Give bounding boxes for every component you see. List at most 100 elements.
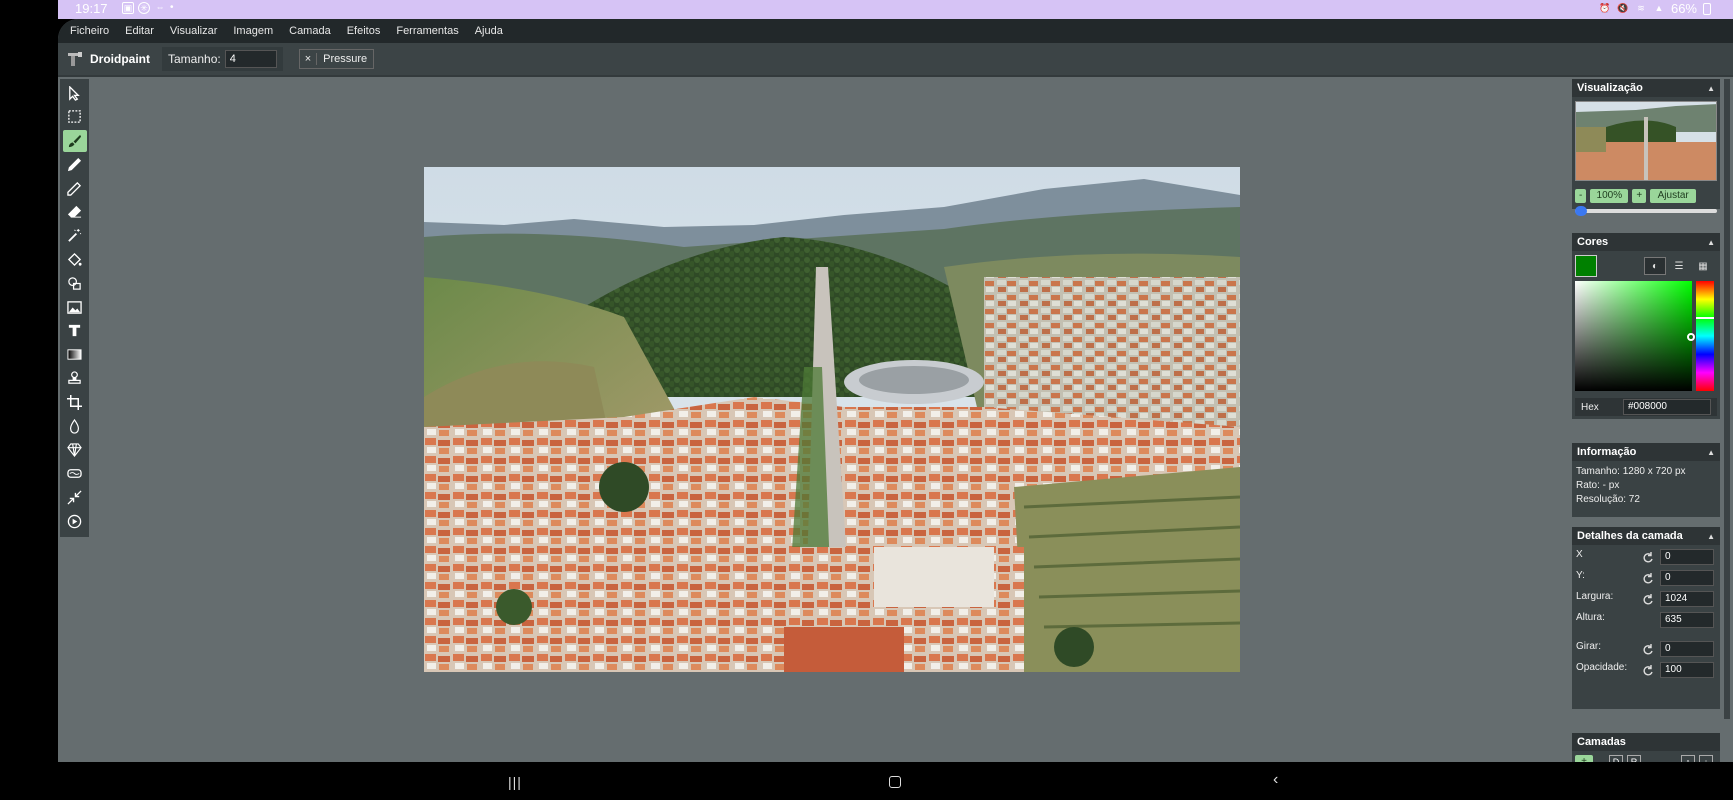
x-input[interactable]: 0: [1660, 549, 1714, 565]
reset-opacity-icon[interactable]: [1642, 665, 1654, 677]
tool-magic-wand[interactable]: [63, 225, 87, 247]
menu-ferramentas[interactable]: Ferramentas: [396, 25, 458, 37]
rotate-label: Girar:: [1576, 641, 1601, 652]
pressure-close-icon[interactable]: ×: [300, 53, 318, 65]
status-left-icons: ▣ ✳ ⇔ •: [122, 2, 174, 14]
tool-options-bar: Droidpaint Tamanho: × Pressure: [58, 43, 1733, 77]
canvas-image[interactable]: [424, 167, 1240, 672]
app-notification-icon: ✳: [138, 2, 150, 14]
tool-blur[interactable]: [63, 415, 87, 437]
preview-header[interactable]: Visualização ▲: [1572, 79, 1720, 97]
tool-sharpen[interactable]: [63, 439, 87, 461]
tool-pencil[interactable]: [63, 153, 87, 175]
tool-gradient[interactable]: [63, 344, 87, 366]
layer-details-title: Detalhes da camada: [1577, 530, 1683, 542]
menu-imagem[interactable]: Imagem: [233, 25, 273, 37]
tool-image[interactable]: [63, 296, 87, 318]
layers-controls: + D R ↑ ↓: [1575, 755, 1713, 762]
tool-resize[interactable]: [63, 487, 87, 509]
tool-eraser[interactable]: [63, 201, 87, 223]
tool-shapes[interactable]: [63, 272, 87, 294]
current-color-swatch[interactable]: [1575, 255, 1597, 277]
tool-rect-select[interactable]: [63, 106, 87, 128]
collapse-caret-icon[interactable]: ▲: [1707, 84, 1715, 93]
collapse-caret-icon[interactable]: ▲: [1707, 532, 1715, 541]
menu-editar[interactable]: Editar: [125, 25, 154, 37]
magic-wand-icon: [68, 229, 82, 243]
rotate-input[interactable]: 0: [1660, 641, 1714, 657]
y-input[interactable]: 0: [1660, 570, 1714, 586]
duplicate-layer-button[interactable]: D: [1609, 755, 1623, 762]
picker-cursor[interactable]: [1687, 333, 1695, 341]
color-mode-tabs: ◐ ☰ ▦: [1644, 257, 1714, 275]
colors-header[interactable]: Cores ▲: [1572, 233, 1720, 251]
info-title: Informação: [1577, 446, 1637, 458]
reset-y-icon[interactable]: [1642, 573, 1654, 585]
height-input[interactable]: 635: [1660, 612, 1714, 628]
panels-scrollbar-thumb[interactable]: [1724, 79, 1730, 719]
add-layer-button[interactable]: +: [1575, 755, 1593, 762]
tool-stamp[interactable]: [63, 368, 87, 390]
palette-icon[interactable]: ◐: [1644, 257, 1666, 275]
fit-button[interactable]: Ajustar: [1650, 189, 1697, 203]
width-input[interactable]: 1024: [1660, 591, 1714, 607]
usb-debug-icon: ⇔: [155, 2, 165, 12]
tool-animation[interactable]: [63, 510, 87, 532]
recent-apps-icon[interactable]: |||: [508, 774, 522, 790]
menu-ficheiro[interactable]: Ficheiro: [70, 25, 109, 37]
tool-crop[interactable]: [63, 391, 87, 413]
tool-eyedropper[interactable]: [63, 177, 87, 199]
list-icon[interactable]: ☰: [1668, 257, 1690, 275]
zoom-out-button[interactable]: -: [1575, 189, 1587, 203]
hue-slider[interactable]: [1696, 281, 1714, 391]
resize-icon: [67, 490, 82, 505]
info-body: Tamanho: 1280 x 720 px Rato: - px Resolu…: [1576, 465, 1686, 507]
tool-fill[interactable]: [63, 249, 87, 271]
tool-brush[interactable]: [62, 129, 87, 152]
layer-details-header[interactable]: Detalhes da camada ▲: [1572, 527, 1720, 545]
collapse-caret-icon[interactable]: ▲: [1707, 238, 1715, 247]
status-right-icons: ⏰ 🔇 ≋ ▲ 66%: [1599, 1, 1711, 16]
mute-icon: 🔇: [1617, 2, 1629, 13]
zoom-slider[interactable]: [1575, 206, 1717, 216]
select-pointer-icon: [69, 85, 80, 101]
reset-x-icon[interactable]: [1642, 552, 1654, 564]
preview-thumbnail[interactable]: [1575, 101, 1717, 181]
reset-rotate-icon[interactable]: [1642, 644, 1654, 656]
layers-title: Camadas: [1577, 736, 1626, 748]
grid-icon[interactable]: ▦: [1692, 257, 1714, 275]
tool-select[interactable]: [63, 82, 87, 104]
back-icon[interactable]: ‹: [1273, 771, 1278, 789]
zoom-value[interactable]: 100%: [1590, 189, 1629, 203]
menu-efeitos[interactable]: Efeitos: [347, 25, 381, 37]
pressure-toggle[interactable]: × Pressure: [298, 49, 375, 69]
collapse-caret-icon[interactable]: ▲: [1707, 448, 1715, 457]
panels-scrollbar[interactable]: [1724, 79, 1730, 719]
menu-camada[interactable]: Camada: [289, 25, 331, 37]
brush-icon: [68, 134, 82, 148]
zoom-in-button[interactable]: +: [1632, 189, 1647, 203]
tool-text[interactable]: [63, 320, 87, 342]
layers-header[interactable]: Camadas: [1572, 733, 1720, 751]
menu-visualizar[interactable]: Visualizar: [170, 25, 218, 37]
move-layer-down-button[interactable]: ↓: [1699, 755, 1713, 762]
menu-ajuda[interactable]: Ajuda: [475, 25, 503, 37]
saturation-value-picker[interactable]: [1575, 281, 1695, 391]
blur-drop-icon: [69, 418, 80, 434]
text-icon: [68, 325, 81, 337]
opacity-input[interactable]: 100: [1660, 662, 1714, 678]
hue-slider-handle[interactable]: [1696, 317, 1714, 319]
preview-title: Visualização: [1577, 82, 1643, 94]
reset-size-icon[interactable]: [1642, 594, 1654, 606]
info-header[interactable]: Informação ▲: [1572, 443, 1720, 461]
remove-layer-button[interactable]: R: [1627, 755, 1641, 762]
home-icon[interactable]: [889, 776, 901, 788]
preview-panel: Visualização ▲ - 100% + Ajustar: [1572, 79, 1720, 216]
tool-smudge[interactable]: [63, 463, 87, 485]
move-layer-up-button[interactable]: ↑: [1681, 755, 1695, 762]
hex-input[interactable]: #008000: [1623, 399, 1711, 415]
animation-play-icon: [67, 514, 82, 529]
right-panels: Visualização ▲ - 100% + Ajustar Cores ▲ …: [1572, 79, 1722, 762]
zoom-slider-handle[interactable]: [1575, 206, 1587, 216]
brush-size-input[interactable]: [224, 50, 277, 68]
